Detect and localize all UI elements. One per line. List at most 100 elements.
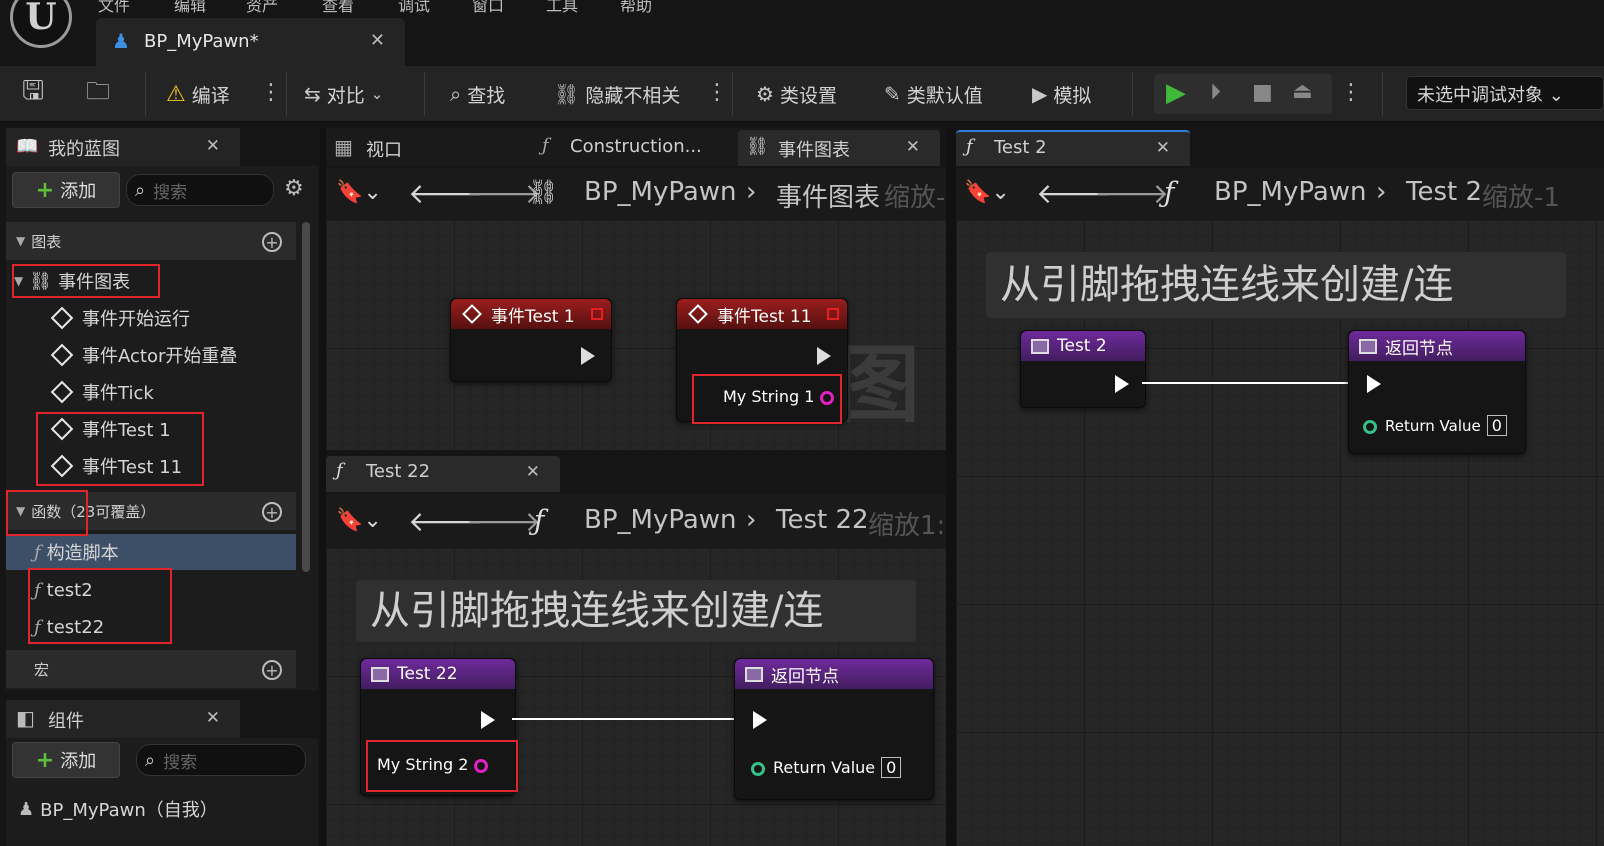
exec-out-pin[interactable]	[481, 711, 495, 729]
play-options-icon[interactable]: ⋮	[1340, 80, 1362, 105]
exec-in-pin[interactable]	[753, 711, 767, 729]
components-tab[interactable]: ◧ 组件 ✕	[6, 700, 240, 738]
close-icon[interactable]: ✕	[1156, 138, 1170, 158]
bookmark-icon[interactable]: 🔖⌄	[336, 180, 382, 205]
close-icon[interactable]: ✕	[370, 30, 385, 51]
delegate-pin-icon[interactable]	[827, 308, 839, 320]
forward-arrow-icon[interactable]: 🡒	[466, 504, 541, 538]
simulate-button[interactable]: ▶ 模拟	[1032, 80, 1091, 108]
class-settings-button[interactable]: ⚙ 类设置	[756, 80, 837, 108]
return-value-pin[interactable]: Return Value 0	[1363, 415, 1507, 436]
menu-view[interactable]: 查看	[322, 0, 354, 16]
event-node-test1[interactable]: 事件Test 1	[450, 298, 612, 382]
play-icon[interactable]: ▶	[1166, 78, 1186, 108]
scrollbar[interactable]	[302, 222, 310, 572]
tab-test22[interactable]: ƒ Test 22 ✕	[326, 456, 560, 492]
diff-button[interactable]: ⇆ 对比 ⌄	[304, 80, 383, 108]
eject-icon[interactable]: ⏏	[1292, 79, 1313, 104]
browse-button[interactable]: 🗀	[86, 77, 110, 108]
event-node-header: 事件Test 1	[451, 299, 611, 329]
return-node[interactable]: 返回节点 Return Value 0	[1348, 330, 1526, 454]
graphs-section-header[interactable]: ▼ 图表	[6, 222, 296, 260]
test2-graph-canvas[interactable]: 从引脚拖拽连线来创建/连 Test 2 返回节点 Return Value 0	[956, 220, 1604, 846]
tab-construction[interactable]: ƒ Construction...	[536, 130, 732, 166]
find-button[interactable]: ⌕ 查找	[450, 80, 505, 108]
unreal-logo-icon[interactable]: U	[10, 0, 72, 48]
exec-in-pin[interactable]	[1367, 375, 1381, 393]
folder-search-icon: 🗀	[86, 76, 110, 105]
tab-test2-label: Test 2	[994, 137, 1047, 158]
exec-out-pin[interactable]	[1115, 375, 1129, 393]
toolbar-separator	[424, 72, 425, 116]
my-blueprint-tab[interactable]: 📖 我的蓝图 ✕	[6, 128, 240, 166]
search-input[interactable]: ⌕ 搜索	[126, 174, 274, 206]
tab-event-graph[interactable]: ⛓ 事件图表 ✕	[738, 130, 940, 166]
add-component-button[interactable]: + 添加	[12, 742, 120, 778]
event-label: 事件开始运行	[82, 309, 190, 330]
search-placeholder: 搜索	[153, 182, 188, 203]
tab-test2[interactable]: ƒ Test 2 ✕	[956, 130, 1190, 166]
compile-options-icon[interactable]: ⋮	[260, 80, 282, 105]
step-icon[interactable]: ⏵	[1210, 80, 1221, 105]
hide-unrelated-icon: ⛓	[554, 82, 580, 106]
stop-icon[interactable]: ■	[1252, 80, 1273, 105]
diff-label: 对比	[326, 84, 365, 107]
add-macro-icon[interactable]: +	[262, 660, 282, 680]
function-entry-node[interactable]: Test 2	[1020, 330, 1146, 408]
breadcrumb-root[interactable]: BP_MyPawn	[584, 505, 737, 535]
event-graph-canvas[interactable]: 蓝图 事件Test 1 事件Test 11 My String 1	[326, 220, 946, 450]
forward-arrow-icon[interactable]: 🡒	[1094, 176, 1169, 210]
panel-splitter[interactable]	[946, 128, 956, 846]
close-icon[interactable]: ✕	[906, 137, 920, 157]
bookmark-icon[interactable]: 🔖⌄	[964, 180, 1010, 205]
pencil-icon: ✎	[884, 82, 901, 106]
hide-unrelated-button[interactable]: ⛓ 隐藏不相关	[554, 80, 680, 108]
components-tab-label: 组件	[48, 711, 84, 732]
test22-graph-canvas[interactable]: 从引脚拖拽连线来创建/连 Test 22 My String 2 返回节点 Re…	[326, 548, 946, 846]
tree-item-function-selected[interactable]: ƒ 构造脚本	[6, 534, 296, 570]
more-options-icon[interactable]: ⋮	[706, 80, 728, 105]
breadcrumb-root[interactable]: BP_MyPawn	[1214, 177, 1367, 207]
component-search-input[interactable]: ⌕ 搜索	[136, 744, 306, 776]
return-value-field[interactable]: 0	[881, 757, 902, 778]
close-icon[interactable]: ✕	[526, 462, 540, 482]
exec-out-pin[interactable]	[817, 347, 831, 365]
close-icon[interactable]: ✕	[206, 708, 220, 728]
breadcrumb-root[interactable]: BP_MyPawn	[584, 177, 737, 207]
tab-viewport[interactable]: ▦ 视口	[330, 130, 520, 166]
int-pin-icon	[1363, 419, 1377, 434]
delegate-pin-icon[interactable]	[591, 308, 603, 320]
return-value-pin[interactable]: Return Value 0	[751, 757, 902, 778]
macros-section-header[interactable]: 宏	[6, 650, 296, 688]
add-function-icon[interactable]: +	[262, 502, 282, 522]
bookmark-icon[interactable]: 🔖⌄	[336, 508, 382, 533]
menu-debug[interactable]: 调试	[398, 0, 430, 16]
save-button[interactable]: 🖫	[22, 76, 44, 108]
debug-target-select[interactable]: 未选中调试对象 ⌄	[1406, 76, 1604, 110]
compile-button[interactable]: ⚠ 编译	[166, 80, 230, 108]
menu-file[interactable]: 文件	[98, 0, 130, 16]
menu-edit[interactable]: 编辑	[174, 0, 206, 16]
menu-window[interactable]: 窗口	[472, 0, 504, 16]
menu-assets[interactable]: 资产	[246, 0, 278, 16]
exec-out-pin[interactable]	[581, 347, 595, 365]
tree-item-event[interactable]: 事件Actor开始重叠	[50, 340, 237, 370]
menu-tools[interactable]: 工具	[546, 0, 578, 16]
document-tab[interactable]: ♟ BP_MyPawn* ✕	[96, 18, 405, 66]
panel-splitter[interactable]	[320, 128, 326, 846]
tree-item-event[interactable]: 事件开始运行	[50, 303, 190, 333]
gear-icon[interactable]: ⚙	[284, 176, 304, 201]
add-graph-icon[interactable]: +	[262, 232, 282, 252]
component-root-item[interactable]: ♟ BP_MyPawn（自我）	[18, 794, 218, 824]
menu-help[interactable]: 帮助	[620, 0, 652, 16]
pin-label: Return Value	[1385, 417, 1481, 435]
return-value-field[interactable]: 0	[1486, 415, 1507, 436]
close-icon[interactable]: ✕	[206, 136, 220, 156]
class-defaults-button[interactable]: ✎ 类默认值	[884, 80, 983, 108]
return-node[interactable]: 返回节点 Return Value 0	[734, 658, 934, 800]
add-button[interactable]: + 添加	[12, 172, 120, 208]
gear-icon: ⚙	[756, 82, 774, 106]
tree-item-event[interactable]: 事件Tick	[50, 377, 154, 407]
debug-target-label: 未选中调试对象	[1417, 85, 1543, 106]
return-node-header: 返回节点	[735, 659, 933, 689]
